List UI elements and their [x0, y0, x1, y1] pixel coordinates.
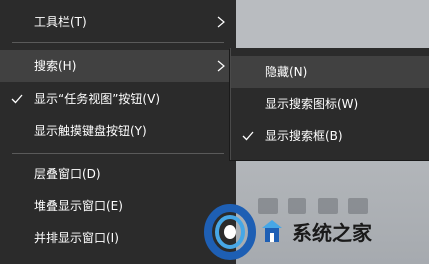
menu-separator [12, 42, 224, 43]
checkmark-icon [242, 131, 254, 141]
submenu-item-hidden[interactable]: 隐藏(N) [231, 56, 429, 88]
menu-item-label: 搜索(H) [34, 59, 77, 73]
system-home-logo-icon: 系统之家 [204, 198, 373, 260]
menu-item-label: 显示触摸键盘按钮(Y) [34, 124, 147, 138]
desktop-window-area [236, 0, 429, 48]
menu-separator [12, 153, 224, 154]
chevron-right-icon [217, 16, 225, 28]
submenu-item-label: 显示搜索框(B) [265, 129, 343, 143]
menu-item-task-view-button[interactable]: 显示“任务视图”按钮(V) [0, 83, 236, 115]
menu-item-touch-keyboard-button[interactable]: 显示触摸键盘按钮(Y) [0, 115, 236, 147]
submenu-item-label: 显示搜索图标(W) [265, 97, 359, 111]
menu-item-label: 堆叠显示窗口(E) [34, 199, 123, 213]
submenu-item-show-search-icon[interactable]: 显示搜索图标(W) [231, 88, 429, 120]
submenu-item-show-search-box[interactable]: 显示搜索框(B) [231, 120, 429, 152]
checkmark-icon [11, 94, 23, 104]
menu-item-label: 并排显示窗口(I) [34, 231, 119, 245]
menu-item-label: 显示“任务视图”按钮(V) [34, 92, 161, 106]
menu-item-label: 层叠窗口(D) [34, 167, 101, 181]
menu-item-toolbars[interactable]: 工具栏(T) [0, 6, 236, 38]
menu-item-cascade-windows[interactable]: 层叠窗口(D) [0, 158, 236, 190]
menu-item-label: 工具栏(T) [34, 15, 87, 29]
svg-text:系统之家: 系统之家 [292, 221, 373, 245]
menu-item-search[interactable]: 搜索(H) [0, 50, 236, 82]
submenu-item-label: 隐藏(N) [265, 65, 308, 79]
chevron-right-icon [217, 60, 225, 72]
search-submenu: 隐藏(N) 显示搜索图标(W) 显示搜索框(B) [230, 48, 429, 160]
